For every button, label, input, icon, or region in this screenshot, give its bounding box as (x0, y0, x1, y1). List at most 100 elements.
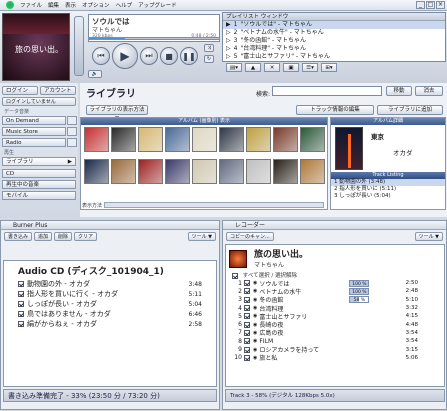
delete-button[interactable]: 削除 (54, 231, 73, 241)
album-thumbnail[interactable] (84, 159, 109, 184)
recorder-track-checkbox[interactable] (244, 305, 250, 312)
sidebar-item-on-demand[interactable]: On Demand (2, 116, 66, 125)
sidebar-item-mobile[interactable]: モバイル (2, 191, 76, 200)
radio-arrow-icon[interactable] (67, 138, 77, 147)
track-list-item[interactable]: 2 指人形を買いに (5:11) (331, 186, 445, 193)
track-checkbox[interactable] (18, 291, 24, 297)
playlist-row[interactable]: ▷ 4 "台湾料理" - マトちゃん (223, 45, 445, 53)
album-thumbnail[interactable] (84, 127, 109, 152)
track-checkbox[interactable] (18, 311, 24, 317)
playlist-row[interactable]: ▶ 1 "ソウルでは" - マトちゃん (223, 21, 445, 29)
search-input[interactable] (272, 86, 382, 96)
playlist-menu-button[interactable]: ▤▾ (226, 63, 242, 72)
track-checkbox[interactable] (18, 301, 24, 307)
burn-track-row[interactable]: 絹がからねぇ - オカダ 2:58 (4, 319, 216, 329)
library-view-button[interactable]: ライブラリの表示方法 ▼ (86, 105, 148, 122)
album-thumbnail[interactable] (273, 159, 298, 184)
add-to-library-button[interactable]: ライブラリに追加 (377, 105, 443, 115)
recorder-track-checkbox[interactable] (244, 313, 250, 320)
playlist-row[interactable]: ▷ 5 "富士山とサファリ" - マトちゃん (223, 53, 445, 61)
recorder-tools-button[interactable]: ツール ▼ (414, 231, 443, 241)
menu-options[interactable]: オプション (82, 1, 110, 9)
menu-edit[interactable]: 編集 (48, 1, 59, 9)
album-thumbnail[interactable] (300, 159, 325, 184)
menu-upgrade[interactable]: アップグレード (138, 1, 177, 9)
album-thumbnail[interactable] (273, 127, 298, 152)
maximize-icon[interactable]: □ (426, 1, 435, 9)
add-button[interactable]: 追加 (34, 231, 53, 241)
volume-slider[interactable] (74, 16, 84, 76)
album-thumbnail[interactable] (192, 159, 217, 184)
playlist-view-button[interactable]: ⊞▾ (321, 63, 337, 72)
album-thumbnail[interactable] (219, 127, 244, 152)
select-all-checkbox[interactable] (232, 272, 238, 279)
sidebar-item-cd[interactable]: CD (2, 169, 76, 178)
menu-view[interactable]: 表示 (65, 1, 76, 9)
mute-icon[interactable]: 🔈 (88, 70, 102, 78)
recorder-track-checkbox[interactable] (244, 329, 250, 336)
burn-track-row[interactable]: しっぽが長い - オカダ 5:04 (4, 299, 216, 309)
burn-button[interactable]: 書き込み (4, 231, 33, 241)
account-button[interactable]: アカウント (40, 86, 76, 95)
burn-track-row[interactable]: 指人形を買いに行く - オカダ 5:11 (4, 289, 216, 299)
login-button[interactable]: ログイン (2, 86, 38, 95)
shuffle-icon[interactable]: ⤨ (204, 44, 214, 52)
repeat-icon[interactable]: ↻ (204, 55, 214, 63)
sidebar-item-radio[interactable]: Radio (2, 138, 66, 147)
track-checkbox[interactable] (18, 321, 24, 327)
album-thumbnail[interactable] (138, 127, 163, 152)
menu-help[interactable]: ヘルプ (116, 1, 133, 9)
playlist-remove-button[interactable]: ✕ (264, 63, 280, 72)
burn-track-row[interactable]: 鳥ではありません - オカダ 6:46 (4, 309, 216, 319)
recorder-track-checkbox[interactable] (244, 296, 250, 303)
pause-button[interactable]: ❚❚ (180, 47, 198, 65)
track-list-item[interactable]: 1 動物園の外 (3:48) (331, 179, 445, 186)
album-thumbnail[interactable] (192, 127, 217, 152)
playlist-save-button[interactable]: ▣ (283, 63, 299, 72)
close-icon[interactable]: × (436, 1, 445, 9)
edit-track-info-button[interactable]: トラック情報の編集 (296, 105, 374, 115)
play-button[interactable]: ▶ (112, 43, 138, 69)
recorder-track-row[interactable]: 10 ◉ 旅と私 5:06 (226, 354, 444, 362)
seek-bar[interactable] (88, 37, 220, 40)
recorder-track-checkbox[interactable] (244, 321, 250, 328)
on-demand-arrow-icon[interactable] (67, 116, 77, 125)
prev-button[interactable]: ⏮ (92, 47, 110, 65)
album-thumbnail[interactable] (111, 127, 136, 152)
track-checkbox[interactable] (18, 281, 24, 287)
album-thumbnail[interactable] (138, 159, 163, 184)
recorder-track-row[interactable]: 7 ◉ 広島の夜 3:54 (226, 329, 444, 337)
minimize-icon[interactable]: _ (416, 1, 425, 9)
playlist-row[interactable]: ▷ 2 "ベトナムの水牛" - マトちゃん (223, 29, 445, 37)
clear-list-button[interactable]: クリア (74, 231, 98, 241)
album-thumbnail[interactable] (111, 159, 136, 184)
sidebar-item-music-store[interactable]: Music Store (2, 127, 66, 136)
playlist-options-button[interactable]: ☰▾ (302, 63, 318, 72)
music-store-arrow-icon[interactable] (67, 127, 77, 136)
stop-button[interactable]: ■ (160, 47, 178, 65)
burn-track-row[interactable]: 動物園の外 - オカダ 3:48 (4, 279, 216, 289)
album-thumbnail[interactable] (165, 159, 190, 184)
recorder-track-checkbox[interactable] (244, 354, 250, 361)
next-button[interactable]: ⏭ (140, 47, 158, 65)
move-button[interactable]: 移動 (386, 86, 412, 96)
recorder-track-checkbox[interactable] (244, 280, 250, 287)
album-thumbnail[interactable] (246, 127, 271, 152)
cancel-copy-button[interactable]: コピーのキャン... (226, 231, 274, 241)
album-grid-scrollbar[interactable] (104, 202, 324, 208)
track-list-item[interactable]: 3 しっぽが長い (5:04) (331, 193, 445, 200)
playlist-up-button[interactable]: ▲ (245, 63, 261, 72)
burner-tools-button[interactable]: ツール ▼ (187, 231, 216, 241)
recorder-track-checkbox[interactable] (244, 338, 250, 345)
album-thumbnail[interactable] (165, 127, 190, 152)
album-thumbnail[interactable] (300, 127, 325, 152)
album-thumbnail[interactable] (219, 159, 244, 184)
clear-button[interactable]: 消去 (415, 86, 443, 96)
menu-file[interactable]: ファイル (20, 1, 42, 9)
recorder-track-checkbox[interactable] (244, 346, 250, 353)
album-thumbnail[interactable] (246, 159, 271, 184)
playlist-row[interactable]: ▷ 3 "冬の函館" - マトちゃん (223, 37, 445, 45)
sidebar-item-library[interactable]: ライブラリ ▶ (2, 157, 76, 166)
sidebar-item-now-playing[interactable]: 再生中の音楽 (2, 180, 76, 189)
recorder-track-checkbox[interactable] (244, 288, 250, 295)
